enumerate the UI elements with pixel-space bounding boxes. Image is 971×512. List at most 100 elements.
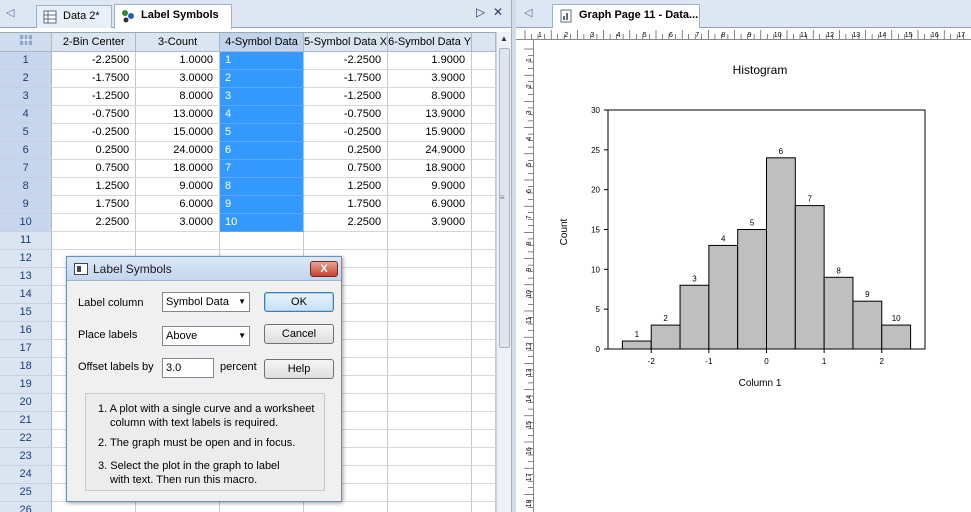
table-cell[interactable]: 3.9000 [387,213,473,232]
table-cell[interactable]: -0.2500 [303,123,389,142]
table-cell[interactable]: 2.2500 [303,213,389,232]
table-cell[interactable]: 0.7500 [51,159,137,178]
row-header[interactable]: 23 [0,447,53,466]
table-cell[interactable]: 6.9000 [387,195,473,214]
table-cell[interactable]: 18.9000 [387,159,473,178]
close-icon[interactable]: ✕ [493,5,503,19]
ok-button[interactable]: OK [264,292,334,312]
column-header[interactable]: 2-Bin Center [51,33,137,52]
table-cell[interactable]: 7 [219,159,304,178]
table-cell[interactable]: 3.9000 [387,69,473,88]
table-cell[interactable]: 1.2500 [51,177,137,196]
row-header[interactable]: 22 [0,429,53,448]
table-cell[interactable]: -1.2500 [303,87,389,106]
row-header[interactable]: 10 [0,213,53,232]
table-cell-empty[interactable] [387,285,473,304]
column-header-empty[interactable] [471,33,496,52]
table-cell-empty[interactable] [51,501,137,512]
graph-canvas[interactable]: Histogram Column 1 Count 1 2 3 4 5 6 7 8 9 10 0 5 10… [534,40,971,512]
row-header[interactable]: 17 [0,339,53,358]
row-header[interactable]: 4 [0,105,53,124]
table-cell[interactable]: 1.9000 [387,51,473,70]
table-cell-empty[interactable] [387,339,473,358]
table-cell[interactable]: 8.9000 [387,87,473,106]
row-header[interactable]: 21 [0,411,53,430]
table-cell-empty[interactable] [471,69,496,88]
table-cell-empty[interactable] [471,375,496,394]
table-cell[interactable]: 1.7500 [303,195,389,214]
table-cell-empty[interactable] [471,87,496,106]
table-cell-empty[interactable] [471,501,496,512]
place-labels-select[interactable]: Above ▼ [162,326,250,346]
table-cell-empty[interactable] [471,177,496,196]
row-header[interactable]: 14 [0,285,53,304]
table-cell[interactable]: 3.0000 [135,69,220,88]
table-cell-empty[interactable] [387,393,473,412]
row-header[interactable]: 11 [0,231,53,250]
table-cell-empty[interactable] [387,231,473,250]
table-cell-empty[interactable] [387,375,473,394]
table-cell-empty[interactable] [471,105,496,124]
table-cell-empty[interactable] [387,249,473,268]
row-header[interactable]: 7 [0,159,53,178]
table-cell[interactable]: 18.0000 [135,159,220,178]
table-cell-empty[interactable] [303,501,389,512]
table-cell[interactable]: 2.2500 [51,213,137,232]
table-cell[interactable]: 6.0000 [135,195,220,214]
table-cell-empty[interactable] [471,213,496,232]
table-cell-empty[interactable] [387,501,473,512]
table-cell-empty[interactable] [219,501,304,512]
table-cell-empty[interactable] [219,231,304,250]
tab-label-symbols[interactable]: Label Symbols [114,4,232,29]
worksheet-vertical-scrollbar[interactable]: ▲ ≡ [496,32,512,512]
table-cell-empty[interactable] [471,249,496,268]
table-cell[interactable]: 13.0000 [135,105,220,124]
table-cell-empty[interactable] [387,447,473,466]
table-cell-empty[interactable] [471,393,496,412]
table-cell[interactable]: -2.2500 [51,51,137,70]
table-cell[interactable]: 4 [219,105,304,124]
table-cell[interactable]: 8.0000 [135,87,220,106]
table-cell-empty[interactable] [471,321,496,340]
table-cell[interactable]: 24.9000 [387,141,473,160]
table-cell-empty[interactable] [471,411,496,430]
table-cell-empty[interactable] [387,411,473,430]
table-cell-empty[interactable] [471,51,496,70]
table-cell-empty[interactable] [387,465,473,484]
table-cell-empty[interactable] [387,321,473,340]
table-cell-empty[interactable] [471,357,496,376]
table-cell-empty[interactable] [471,141,496,160]
table-cell-empty[interactable] [387,357,473,376]
table-cell[interactable]: 0.2500 [51,141,137,160]
table-cell[interactable]: 0.2500 [303,141,389,160]
table-cell[interactable]: 2 [219,69,304,88]
table-cell[interactable]: 1.0000 [135,51,220,70]
row-header[interactable]: 15 [0,303,53,322]
tab-scroll-left-icon[interactable]: ◁ [524,6,532,19]
column-header[interactable]: 4-Symbol Data [219,33,304,52]
table-cell[interactable]: 9.0000 [135,177,220,196]
table-cell[interactable]: 13.9000 [387,105,473,124]
table-cell[interactable]: 3.0000 [135,213,220,232]
column-header[interactable]: 5-Symbol Data X [303,33,389,52]
table-cell[interactable]: 9 [219,195,304,214]
row-header[interactable]: 1 [0,51,53,70]
table-cell-empty[interactable] [471,285,496,304]
row-header[interactable]: 18 [0,357,53,376]
row-header[interactable]: 16 [0,321,53,340]
table-cell-empty[interactable] [471,303,496,322]
table-cell[interactable]: 15.0000 [135,123,220,142]
select-all-corner[interactable] [0,33,53,52]
table-cell-empty[interactable] [135,231,220,250]
table-cell[interactable]: 3 [219,87,304,106]
table-cell[interactable]: -0.7500 [303,105,389,124]
table-cell-empty[interactable] [471,267,496,286]
dialog-titlebar[interactable]: Label Symbols X [67,257,341,281]
table-cell[interactable]: 1.7500 [51,195,137,214]
row-header[interactable]: 2 [0,69,53,88]
table-cell[interactable]: -1.2500 [51,87,137,106]
label-column-select[interactable]: Symbol Data ▼ [162,292,250,312]
tab-graph-page[interactable]: Graph Page 11 - Data... [552,4,700,29]
table-cell-empty[interactable] [471,429,496,448]
table-cell-empty[interactable] [135,501,220,512]
